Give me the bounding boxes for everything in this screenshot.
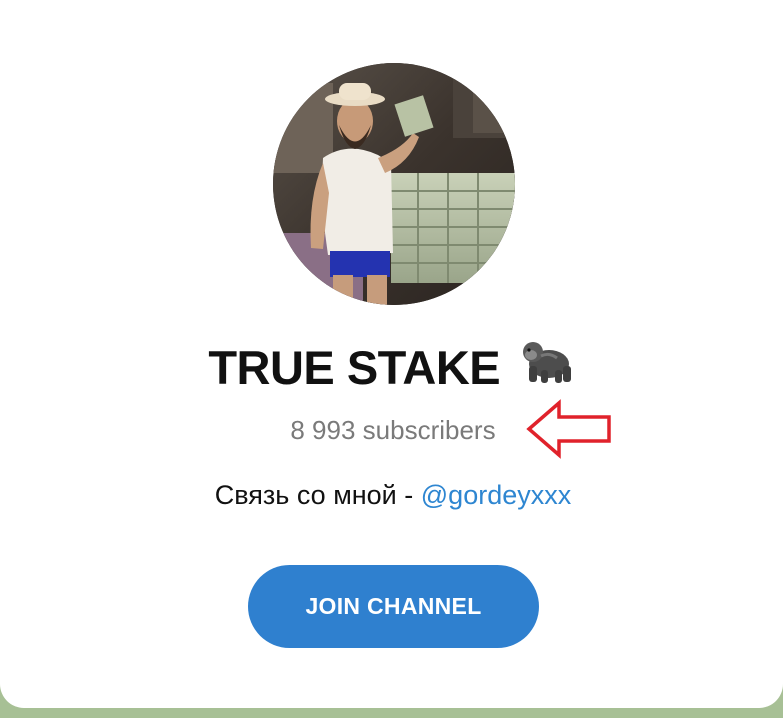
avatar-photo-illustration [273, 63, 515, 305]
gorilla-icon [519, 336, 575, 398]
channel-name: TRUE STAKE [208, 341, 501, 394]
channel-title: TRUE STAKE [0, 338, 783, 398]
mention-link[interactable]: @gordeyxxx [421, 480, 571, 510]
arrow-left-outline-icon [525, 399, 613, 464]
description-text: Связь со мной - [214, 480, 421, 510]
channel-card: TRUE STAKE 8 993 subscribers Связь со мн… [0, 0, 783, 708]
join-channel-button[interactable]: JOIN CHANNEL [248, 565, 539, 648]
channel-avatar[interactable] [273, 63, 515, 305]
channel-description: Связь со мной - @gordeyxxx [0, 473, 783, 517]
subscriber-count: 8 993 subscribers [290, 415, 496, 445]
app-window: TRUE STAKE 8 993 subscribers Связь со мн… [0, 0, 783, 718]
